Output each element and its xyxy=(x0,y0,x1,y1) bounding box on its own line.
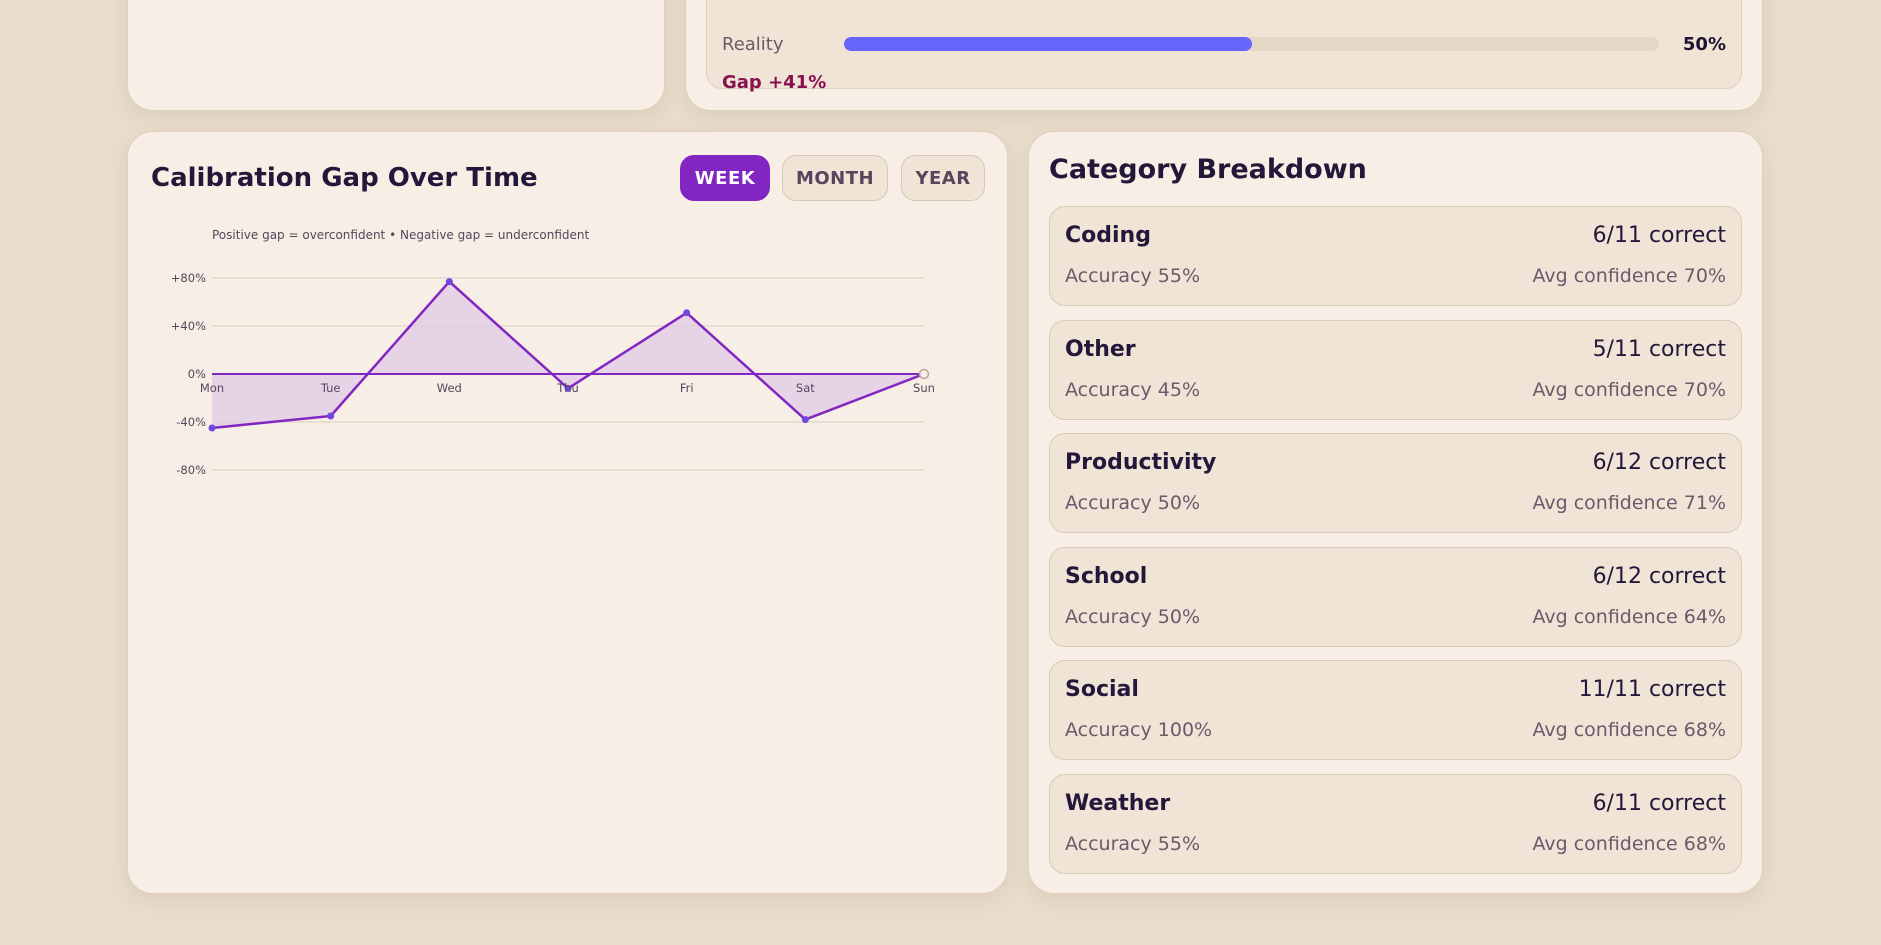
y-tick-label: 0% xyxy=(188,367,206,381)
category-item-school[interactable]: School 6/12 correct Accuracy 50% Avg con… xyxy=(1049,547,1742,647)
category-name: Coding xyxy=(1065,223,1151,248)
category-correct: 6/12 correct xyxy=(1592,450,1726,475)
category-breakdown-card: Category Breakdown Coding 6/11 correct A… xyxy=(1028,131,1763,894)
category-item-social[interactable]: Social 11/11 correct Accuracy 100% Avg c… xyxy=(1049,660,1742,760)
category-confidence: Avg confidence 64% xyxy=(1532,606,1726,628)
x-tick-label: Wed xyxy=(437,381,462,395)
x-tick-label: Thu xyxy=(556,381,579,395)
x-tick-label: Sat xyxy=(796,381,815,395)
category-accuracy: Accuracy 50% xyxy=(1065,492,1201,514)
category-name: Weather xyxy=(1065,791,1171,816)
category-correct: 11/11 correct xyxy=(1578,677,1726,702)
calibration-gap-chart: Positive gap = overconfident • Negative … xyxy=(171,228,935,477)
x-tick-label: Mon xyxy=(200,381,224,395)
reality-progress-fill xyxy=(844,37,1252,51)
gap-label: Gap +41% xyxy=(722,72,827,93)
category-item-weather[interactable]: Weather 6/11 correct Accuracy 55% Avg co… xyxy=(1049,774,1742,874)
category-name: Social xyxy=(1065,677,1139,702)
y-tick-label: -40% xyxy=(176,415,206,429)
category-item-productivity[interactable]: Productivity 6/12 correct Accuracy 50% A… xyxy=(1049,433,1742,533)
reality-progress-track xyxy=(844,37,1659,51)
category-name: Other xyxy=(1065,337,1136,362)
x-tick-label: Sun xyxy=(913,381,935,395)
category-confidence: Avg confidence 68% xyxy=(1532,833,1726,855)
data-point-current xyxy=(918,368,930,380)
category-accuracy: Accuracy 55% xyxy=(1065,833,1201,855)
data-point xyxy=(327,412,335,420)
category-confidence: Avg confidence 70% xyxy=(1532,265,1726,287)
data-point xyxy=(683,309,691,317)
category-correct: 5/11 correct xyxy=(1592,337,1726,362)
category-breakdown-title: Category Breakdown xyxy=(1049,154,1367,185)
data-point xyxy=(801,416,809,424)
y-tick-label: +40% xyxy=(171,319,206,333)
category-name: School xyxy=(1065,564,1148,589)
x-tick-label: Tue xyxy=(320,381,341,395)
y-tick-label: -80% xyxy=(176,463,206,477)
category-correct: 6/11 correct xyxy=(1592,223,1726,248)
calibration-chart-card: Calibration Gap Over Time WEEK MONTH YEA… xyxy=(127,131,1008,894)
reality-label: Reality xyxy=(722,34,784,55)
data-point xyxy=(208,424,216,432)
category-accuracy: Accuracy 45% xyxy=(1065,379,1201,401)
prediction-vs-reality-card: Reality 50% Gap +41% xyxy=(685,0,1763,111)
category-item-other[interactable]: Other 5/11 correct Accuracy 45% Avg conf… xyxy=(1049,320,1742,420)
category-item-coding[interactable]: Coding 6/11 correct Accuracy 55% Avg con… xyxy=(1049,206,1742,306)
reality-panel: Reality 50% Gap +41% xyxy=(706,0,1742,93)
reality-value: 50% xyxy=(1682,34,1726,55)
y-tick-label: +80% xyxy=(171,271,206,285)
category-accuracy: Accuracy 100% xyxy=(1065,719,1213,741)
category-confidence: Avg confidence 68% xyxy=(1532,719,1726,741)
category-correct: 6/11 correct xyxy=(1592,791,1726,816)
category-name: Productivity xyxy=(1065,450,1217,475)
x-tick-label: Fri xyxy=(680,381,694,395)
gap-area xyxy=(212,281,924,428)
category-correct: 6/12 correct xyxy=(1592,564,1726,589)
category-confidence: Avg confidence 70% xyxy=(1532,379,1726,401)
category-accuracy: Accuracy 50% xyxy=(1065,606,1201,628)
category-confidence: Avg confidence 71% xyxy=(1532,492,1726,514)
data-point xyxy=(445,278,453,286)
chart-subtitle: Positive gap = overconfident • Negative … xyxy=(212,228,589,242)
top-left-card xyxy=(127,0,665,111)
category-accuracy: Accuracy 55% xyxy=(1065,265,1201,287)
